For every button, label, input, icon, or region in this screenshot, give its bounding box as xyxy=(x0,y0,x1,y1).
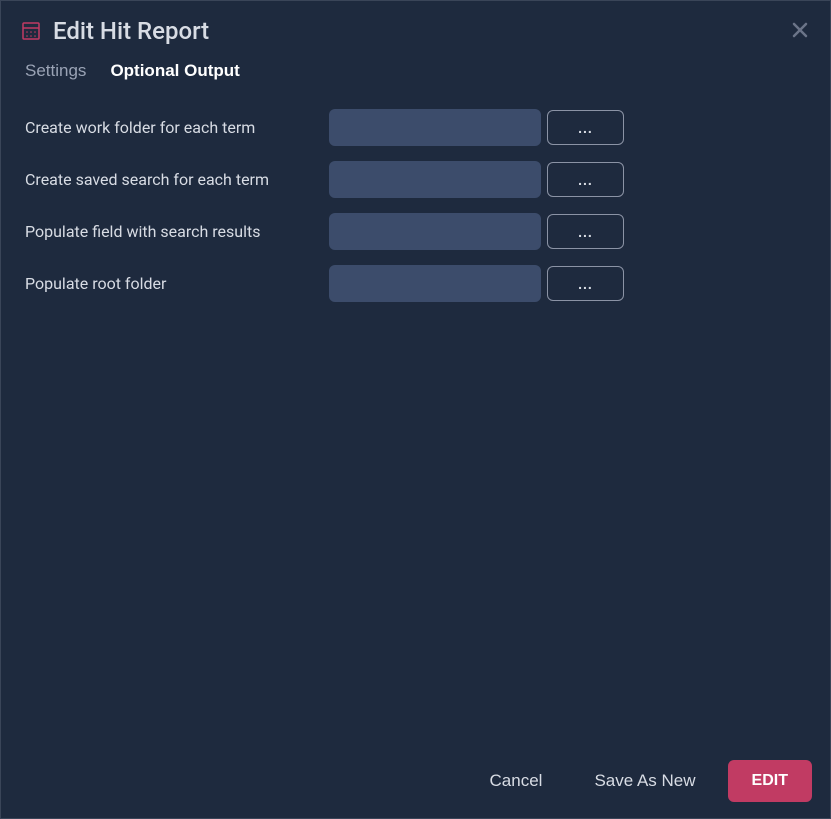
dialog-content: Create work folder for each term ... Cre… xyxy=(1,109,830,744)
dialog-header: Edit Hit Report xyxy=(1,1,830,57)
populate-field-browse-button[interactable]: ... xyxy=(547,214,624,249)
cancel-button[interactable]: Cancel xyxy=(470,761,563,801)
saved-search-label: Create saved search for each term xyxy=(25,170,323,189)
populate-field-row: Populate field with search results ... xyxy=(25,213,806,250)
saved-search-input[interactable] xyxy=(329,161,541,198)
populate-root-browse-button[interactable]: ... xyxy=(547,266,624,301)
edit-hit-report-dialog: Edit Hit Report Settings Optional Output… xyxy=(0,0,831,819)
work-folder-label: Create work folder for each term xyxy=(25,118,323,137)
work-folder-row: Create work folder for each term ... xyxy=(25,109,806,146)
work-folder-browse-button[interactable]: ... xyxy=(547,110,624,145)
saved-search-browse-button[interactable]: ... xyxy=(547,162,624,197)
close-icon xyxy=(791,21,809,42)
populate-root-label: Populate root folder xyxy=(25,274,323,293)
report-icon xyxy=(21,21,41,41)
dialog-footer: Cancel Save As New EDIT xyxy=(1,744,830,818)
populate-root-input[interactable] xyxy=(329,265,541,302)
edit-button[interactable]: EDIT xyxy=(728,760,812,802)
tab-optional-output[interactable]: Optional Output xyxy=(110,61,239,81)
saved-search-row: Create saved search for each term ... xyxy=(25,161,806,198)
save-as-new-button[interactable]: Save As New xyxy=(574,761,715,801)
tab-bar: Settings Optional Output xyxy=(1,61,830,81)
populate-field-label: Populate field with search results xyxy=(25,222,323,241)
tab-settings[interactable]: Settings xyxy=(25,61,86,81)
dialog-title: Edit Hit Report xyxy=(53,17,209,45)
populate-field-input[interactable] xyxy=(329,213,541,250)
close-button[interactable] xyxy=(786,17,814,45)
work-folder-input[interactable] xyxy=(329,109,541,146)
populate-root-row: Populate root folder ... xyxy=(25,265,806,302)
